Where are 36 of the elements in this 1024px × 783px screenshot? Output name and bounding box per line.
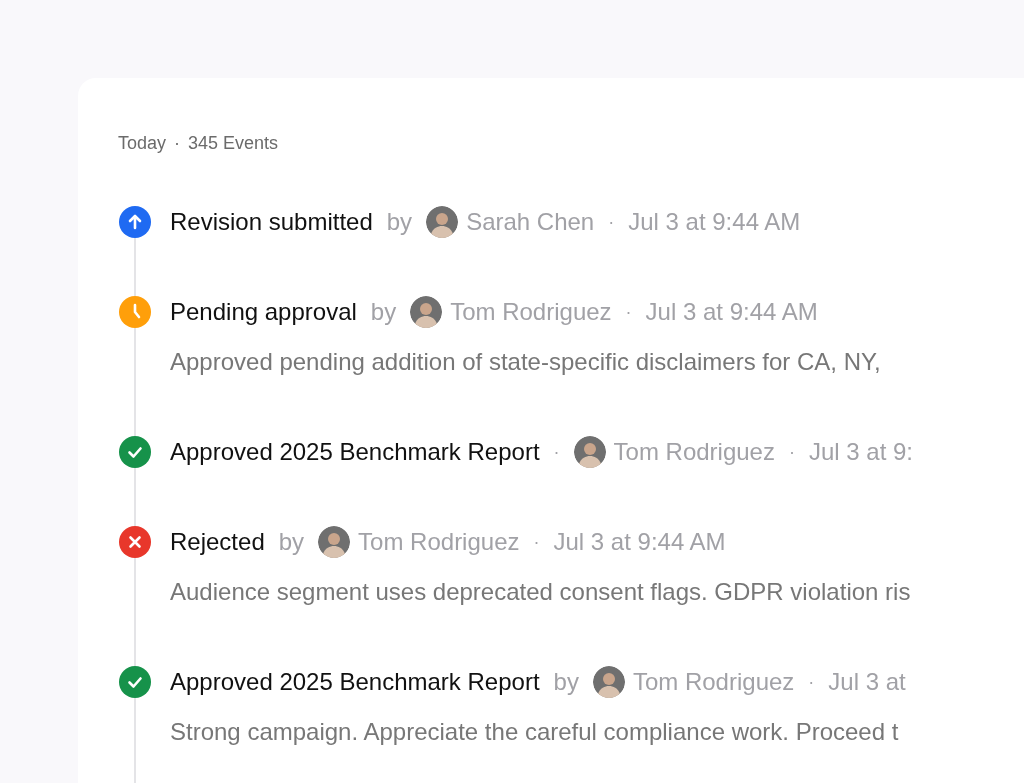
author-name: Tom Rodriguez: [450, 297, 612, 327]
day-label: Today: [118, 132, 167, 154]
event-count: 345 Events: [188, 132, 279, 154]
event-title: Approved 2025 Benchmark Report: [170, 667, 540, 697]
separator-dot: ·: [174, 132, 181, 154]
avatar: [573, 436, 606, 468]
avatar: [592, 666, 625, 698]
timestamp: Jul 3 at 9:44 AM: [628, 207, 801, 237]
event-description: Approved pending addition of state-specific disclaimers for CA, NY,: [170, 347, 881, 377]
event-title: Pending approval: [170, 297, 357, 327]
author-name: Tom Rodriguez: [358, 527, 520, 557]
timestamp: Jul 3 at 9:44 AM: [553, 527, 726, 557]
event-title: Approved 2025 Benchmark Report: [170, 437, 540, 467]
event-description: Audience segment uses deprecated consent flags. GDPR violation ris: [170, 577, 911, 607]
separator-dot: ·: [533, 530, 540, 554]
timestamp: Jul 3 at: [828, 667, 906, 697]
avatar: [318, 526, 351, 558]
author-name: Tom Rodriguez: [632, 667, 795, 697]
event-title: Rejected: [170, 527, 265, 557]
avatar: [410, 296, 443, 328]
separator-dot: ·: [608, 210, 615, 234]
author-name: Tom Rodriguez: [613, 437, 775, 467]
connector-text: by: [278, 527, 305, 557]
timestamp: Jul 3 at 9:: [808, 437, 914, 467]
event-description: Strong campaign. Appreciate the careful compliance work. Proceed t: [170, 717, 900, 747]
event-title: Revision submitted: [170, 207, 373, 237]
separator-dot: ·: [808, 670, 815, 694]
separator-dot: ·: [788, 440, 795, 464]
avatar: [426, 206, 459, 238]
connector-text: ·: [553, 440, 560, 464]
timestamp: Jul 3 at 9:44 AM: [645, 297, 818, 327]
author-name: Sarah Chen: [466, 207, 595, 237]
connector-text: by: [370, 297, 397, 327]
connector-text: by: [386, 207, 413, 237]
separator-dot: ·: [625, 300, 632, 324]
connector-text: by: [553, 667, 579, 697]
